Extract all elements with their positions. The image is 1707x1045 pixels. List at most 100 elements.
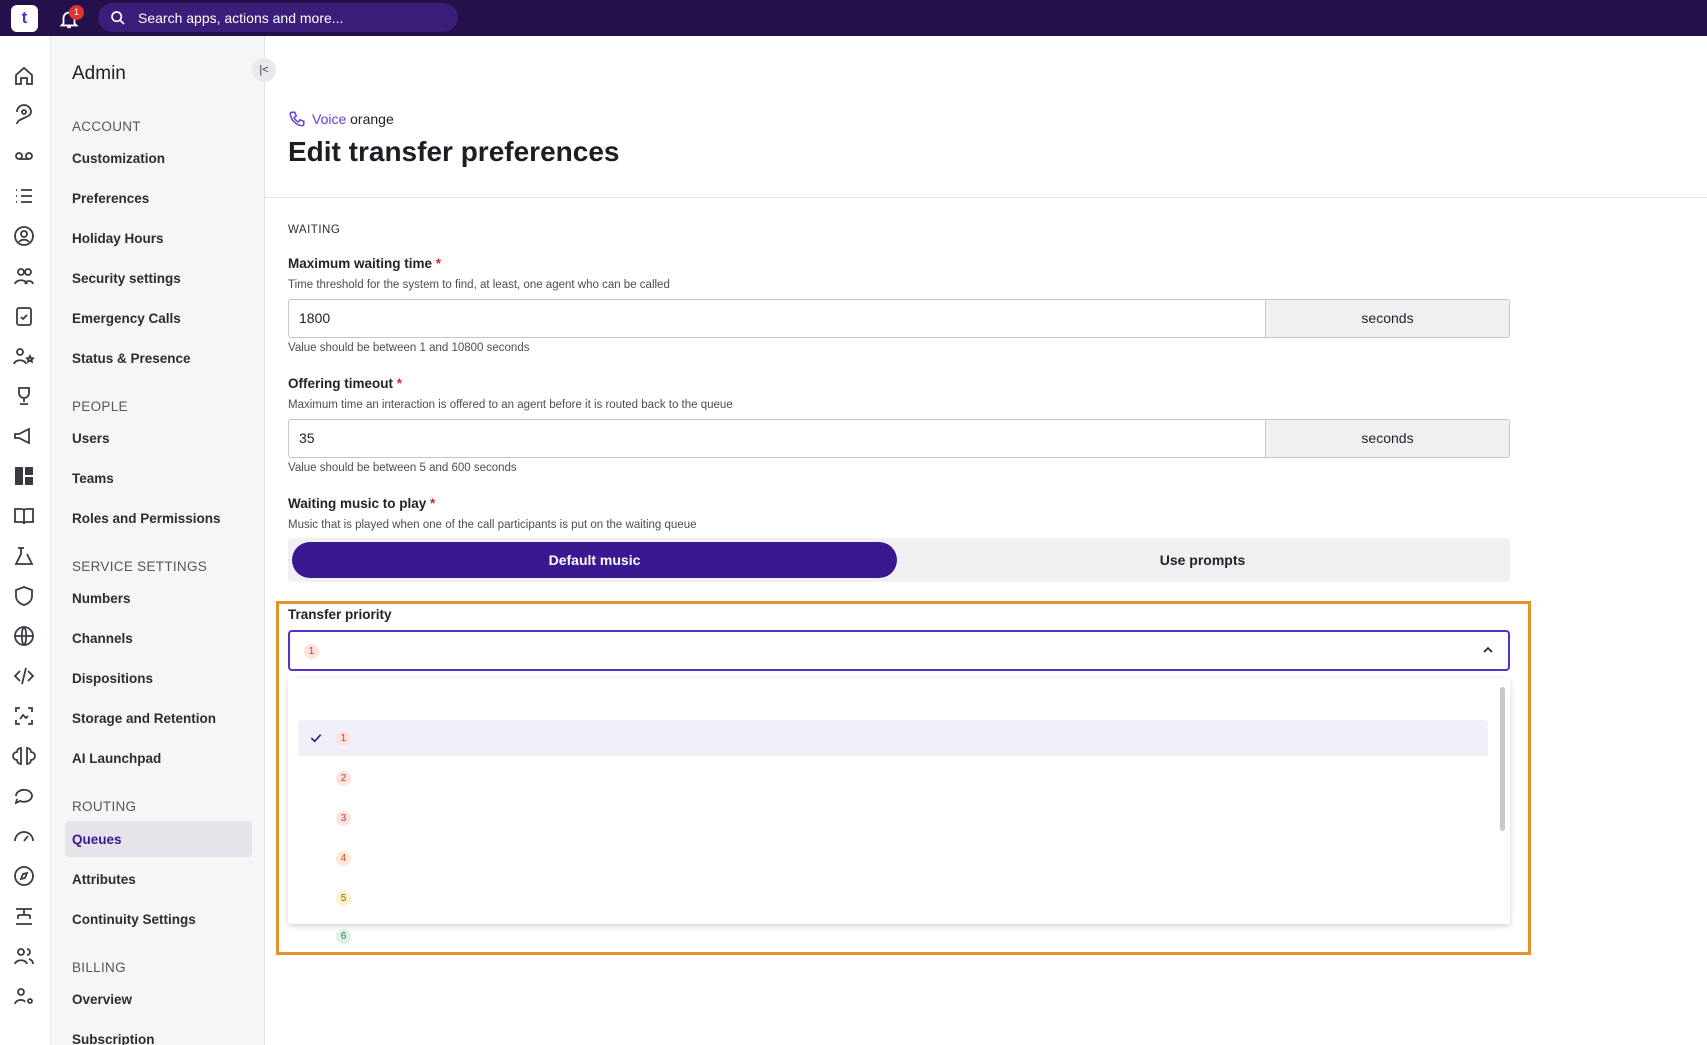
flow-icon[interactable] [12,544,36,568]
global-search[interactable]: Search apps, actions and more... [98,3,458,32]
home-icon[interactable] [12,64,36,88]
header-divider [265,197,1707,198]
priority-badge: 6 [336,929,351,944]
required-marker: * [435,256,442,271]
sidebar-section-service-settings: SERVICE SETTINGS [72,559,208,574]
search-placeholder: Search apps, actions and more... [138,10,344,26]
sidebar-item-preferences[interactable]: Preferences [72,191,149,206]
breadcrumb: Voice orange [312,111,394,127]
sidebar-item-roles-permissions[interactable]: Roles and Permissions [72,511,221,526]
offering-timeout-hint: Value should be between 5 and 600 second… [288,462,517,474]
sidebar-item-emergency-calls[interactable]: Emergency Calls [72,311,181,326]
required-marker: * [396,376,403,391]
breadcrumb-queue-name: orange [350,111,394,127]
offering-timeout-input[interactable]: 35 [288,419,1265,458]
app-logo[interactable]: t [11,5,38,32]
max-wait-label: Maximum waiting time * [288,256,441,271]
transfer-priority-label: Transfer priority [288,607,392,622]
priority-option-2[interactable]: 2 [298,760,1488,796]
sidebar-item-ai-launchpad[interactable]: AI Launchpad [72,751,161,766]
sidebar-item-queues[interactable]: Queues [72,832,122,847]
admin-sidebar: Admin |< ACCOUNT Customization Preferenc… [51,36,276,1045]
team-icon[interactable] [12,264,36,288]
check-icon [310,734,322,743]
sidebar-section-billing: BILLING [72,960,126,975]
dropdown-scrollbar[interactable] [1500,687,1505,831]
user-settings-icon[interactable] [12,984,36,1008]
waiting-music-toggle: Default music Use prompts [288,538,1510,582]
waiting-music-label: Waiting music to play * [288,496,435,511]
sidebar-section-people: PEOPLE [72,399,128,414]
breadcrumb-voice-link[interactable]: Voice [312,111,346,127]
book-icon[interactable] [12,504,36,528]
globe-icon[interactable] [12,624,36,648]
people-icon[interactable] [12,944,36,968]
agent-icon[interactable] [12,224,36,248]
clipboard-icon[interactable] [12,304,36,328]
priority-badge: 3 [336,811,351,826]
app-rail [0,36,51,1045]
contacts-icon[interactable] [12,104,36,128]
offering-timeout-help: Maximum time an interaction is offered t… [288,399,733,411]
priority-option-1[interactable]: 1 [298,720,1488,756]
top-bar: t 1 Search apps, actions and more... [0,0,1707,36]
sidebar-item-attributes[interactable]: Attributes [72,872,136,887]
sidebar-title: Admin [72,63,126,84]
priority-option-3[interactable]: 3 [298,800,1488,836]
shield-icon[interactable] [12,584,36,608]
transfer-priority-select[interactable]: 1 [288,630,1510,671]
notification-badge: 1 [69,5,84,20]
max-wait-label-text: Maximum waiting time [288,256,433,271]
max-wait-help: Time threshold for the system to find, a… [288,279,670,291]
sidebar-item-channels[interactable]: Channels [72,631,133,646]
users-star-icon[interactable] [12,344,36,368]
priority-badge: 1 [336,731,351,746]
priority-option-5[interactable]: 5 [298,880,1488,916]
sidebar-item-dispositions[interactable]: Dispositions [72,671,153,686]
sidebar-item-teams[interactable]: Teams [72,471,114,486]
compass-icon[interactable] [12,864,36,888]
sidebar-section-account: ACCOUNT [72,119,141,134]
priority-option-4[interactable]: 4 [298,840,1488,876]
chevron-up-icon[interactable] [1480,642,1496,658]
use-prompts-option[interactable]: Use prompts [900,542,1505,578]
priority-badge: 5 [336,891,351,906]
max-wait-input[interactable]: 1800 [288,299,1265,338]
org-chart-icon[interactable] [12,904,36,928]
sidebar-item-overview[interactable]: Overview [72,992,132,1007]
dashboard-icon[interactable] [12,464,36,488]
voicemail-icon[interactable] [12,144,36,168]
sidebar-item-numbers[interactable]: Numbers [72,591,131,606]
priority-dropdown-menu: 1 2 3 4 5 6 [288,678,1510,944]
required-marker: * [430,496,436,511]
sidebar-section-routing: ROUTING [72,799,137,814]
scan-icon[interactable] [12,704,36,728]
brain-icon[interactable] [12,744,36,768]
sidebar-item-storage-retention[interactable]: Storage and Retention [72,711,216,726]
waiting-music-help: Music that is played when one of the cal… [288,519,697,531]
sidebar-item-security-settings[interactable]: Security settings [72,271,181,286]
phone-icon [289,111,305,127]
search-icon [111,11,125,25]
list-icon[interactable] [12,184,36,208]
gauge-icon[interactable] [12,824,36,848]
sidebar-item-status-presence[interactable]: Status & Presence [72,351,191,366]
default-music-option[interactable]: Default music [292,542,897,578]
offering-timeout-label: Offering timeout * [288,376,402,391]
priority-badge: 2 [336,771,351,786]
max-wait-hint: Value should be between 1 and 10800 seco… [288,342,530,354]
waiting-music-label-text: Waiting music to play [288,496,427,511]
sidebar-item-customization[interactable]: Customization [72,151,165,166]
megaphone-icon[interactable] [12,424,36,448]
code-icon[interactable] [12,664,36,688]
sidebar-item-holiday-hours[interactable]: Holiday Hours [72,231,164,246]
sidebar-item-continuity-settings[interactable]: Continuity Settings [72,912,196,927]
priority-badge: 4 [336,851,351,866]
chat-icon[interactable] [12,784,36,808]
sidebar-item-users[interactable]: Users [72,431,110,446]
priority-option-6[interactable]: 6 [298,918,1488,948]
selected-priority-badge: 1 [304,644,319,659]
sidebar-item-subscription[interactable]: Subscription [72,1032,155,1045]
trophy-icon[interactable] [12,384,36,408]
section-waiting-title: WAITING [288,224,341,236]
